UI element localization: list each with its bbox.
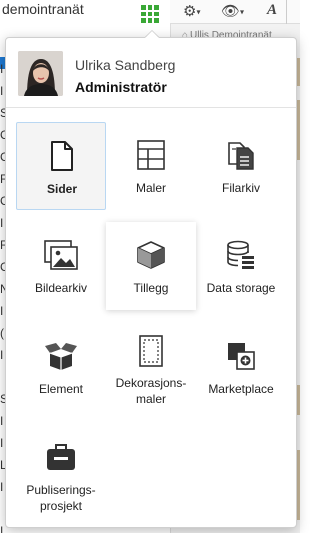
menu-item-maler[interactable]: Maler	[106, 122, 196, 210]
decoration-template-icon	[139, 335, 163, 367]
menu-item-label: Bildearkiv	[34, 281, 88, 295]
template-icon	[137, 140, 165, 170]
menu-item-label: Maler	[135, 181, 166, 195]
menu-item-label: Filarkiv	[222, 181, 260, 195]
menu-item-label: Tillegg	[133, 281, 169, 295]
user-name: Ulrika Sandberg	[75, 57, 176, 73]
dropdown-caret-inner	[145, 31, 159, 38]
menu-item-dekorasjonsmaler[interactable]: Dekorasjons- maler	[106, 323, 196, 411]
file-archive-icon	[228, 142, 254, 170]
menu-item-label: Dekorasjons- maler	[115, 376, 187, 406]
text-format-icon[interactable]: A	[267, 2, 277, 19]
marketplace-icon	[228, 343, 255, 370]
apps-grid-icon[interactable]	[141, 5, 159, 23]
menu-item-filarkiv[interactable]: Filarkiv	[196, 122, 286, 210]
page-title: demointranät	[2, 1, 84, 17]
briefcase-icon	[47, 444, 75, 470]
gear-icon[interactable]: ⚙▾	[183, 2, 200, 20]
menu-item-label: Sider	[46, 182, 77, 196]
database-icon	[227, 240, 254, 269]
menu-item-label: Marketplace	[208, 382, 274, 396]
menu-item-marketplace[interactable]: Marketplace	[196, 323, 286, 411]
avatar	[18, 51, 63, 96]
menu-item-label: Element	[38, 382, 84, 396]
menu-item-tillegg[interactable]: Tillegg	[106, 222, 196, 310]
menu-item-label: Data storage	[206, 281, 276, 295]
image-archive-icon	[44, 240, 78, 270]
menu-item-label: Publiserings- prosjekt	[26, 483, 96, 513]
user-header[interactable]: Ulrika Sandberg Administratör	[6, 38, 296, 108]
menu-item-publiseringsprosjekt[interactable]: Publiserings- prosjekt	[16, 424, 106, 524]
menu-item-data-storage[interactable]: Data storage	[196, 222, 286, 310]
open-box-icon	[45, 343, 77, 370]
page-icon	[51, 141, 73, 171]
menu-item-sider[interactable]: Sider	[16, 122, 106, 210]
apps-dropdown-menu: Ulrika Sandberg Administratör Sider Male…	[5, 37, 297, 528]
eye-icon[interactable]: 👁▾	[221, 2, 244, 20]
user-role: Administratör	[75, 79, 167, 95]
menu-item-element[interactable]: Element	[16, 323, 106, 411]
toolbar-divider	[286, 0, 287, 24]
cube-icon	[137, 241, 165, 269]
menu-item-bildearkiv[interactable]: Bildearkiv	[16, 222, 106, 310]
